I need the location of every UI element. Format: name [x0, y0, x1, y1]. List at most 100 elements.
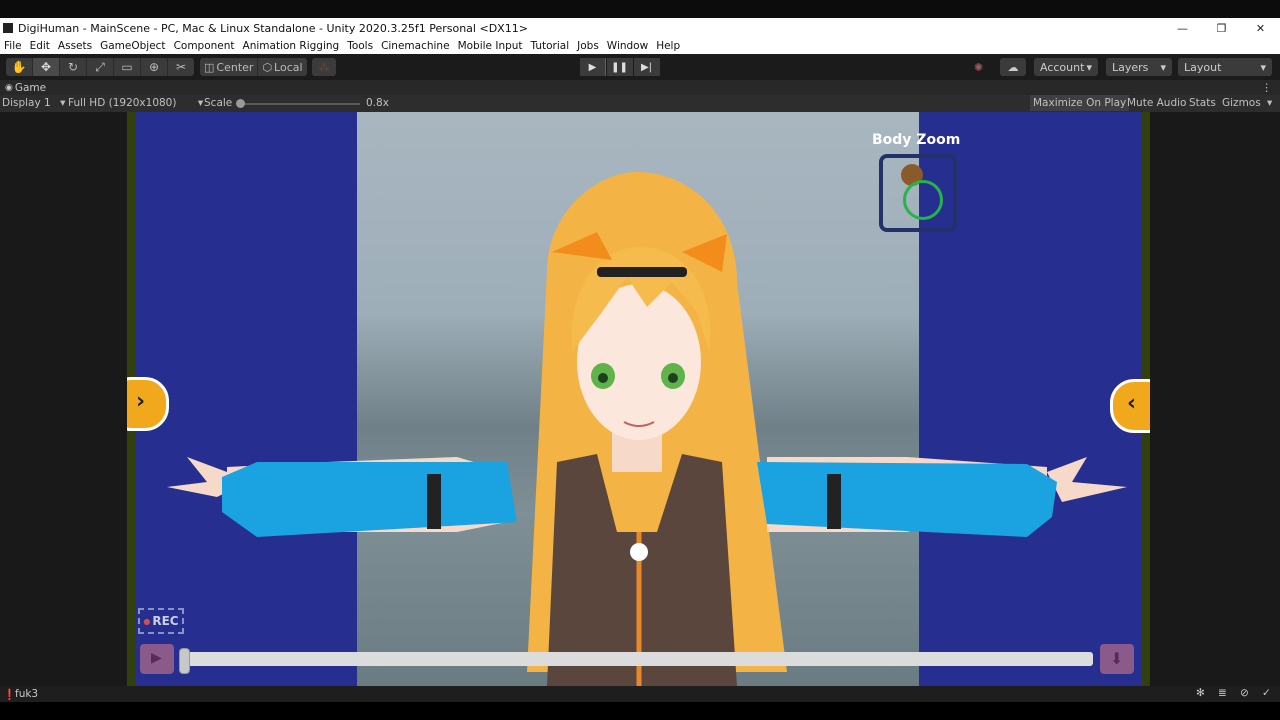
window-title: DigiHuman - MainScene - PC, Mac & Linux …	[18, 21, 528, 35]
menu-tutorial[interactable]: Tutorial	[531, 40, 570, 52]
debug-icon[interactable]: ✻	[1196, 687, 1205, 699]
database-icon[interactable]: ≣	[1218, 687, 1227, 699]
chevron-down-icon: ▾	[1260, 60, 1266, 74]
mute-audio-toggle[interactable]: Mute Audio	[1127, 97, 1186, 109]
transform-tools: ✋ ✥ ↻ ⤢ ▭ ⊕ ✂	[6, 58, 194, 76]
body-zoom-label: Body Zoom	[872, 132, 961, 148]
gizmos-toggle[interactable]: Gizmos	[1222, 97, 1261, 109]
pivot-center-label: Center	[216, 60, 254, 74]
local-icon: ⬡	[262, 60, 273, 74]
timeline-slider-handle[interactable]	[179, 648, 190, 674]
pivot-local-label: Local	[274, 60, 303, 74]
chevron-right-icon: ›	[136, 389, 146, 414]
checkmark-icon[interactable]: ✓	[1262, 687, 1271, 699]
menu-help[interactable]: Help	[656, 40, 680, 52]
display-label: Display 1	[2, 97, 51, 109]
cloud-button[interactable]: ☁	[1000, 58, 1026, 76]
pivot-center-toggle[interactable]: ◫ Center	[200, 58, 259, 76]
grid-snap-icon: ⁂	[318, 60, 330, 74]
body-zoom-button[interactable]	[879, 154, 957, 232]
menu-mobile-input[interactable]: Mobile Input	[458, 40, 523, 52]
chevron-down-icon: ▾	[1086, 60, 1092, 74]
menu-edit[interactable]: Edit	[30, 40, 50, 52]
rotate-icon: ↻	[67, 60, 79, 74]
play-button[interactable]: ▶	[580, 58, 606, 76]
timeline-play-button[interactable]: ▶	[140, 644, 174, 674]
scale-slider-thumb[interactable]	[236, 99, 245, 108]
tools-icon: ✂	[175, 60, 187, 74]
close-button[interactable]: ✕	[1241, 18, 1280, 38]
game-viewport[interactable]: Body Zoom › ‹ ● REC ▶ ⬇	[127, 112, 1150, 686]
download-button[interactable]: ⬇	[1100, 644, 1134, 674]
custom-tool-button[interactable]: ✂	[168, 58, 194, 76]
play-icon: ▶	[151, 650, 162, 666]
scale-tool-button[interactable]: ⤢	[87, 58, 114, 76]
display-dropdown[interactable]: Display 1 ▾	[2, 97, 65, 109]
scale-value: 0.8x	[366, 97, 389, 109]
hand-icon: ✋	[11, 60, 27, 74]
step-button[interactable]: ▶|	[634, 58, 660, 76]
layers-dropdown[interactable]: Layers ▾	[1106, 58, 1172, 76]
rect-icon: ▭	[121, 60, 133, 74]
main-toolbar: ✋ ✥ ↻ ⤢ ▭ ⊕ ✂ ◫ Center ⬡ Local ⁂ ▶ ❚❚ ▶| ✺…	[0, 54, 1280, 80]
snap-toggle[interactable]: ⁂	[312, 58, 336, 76]
move-tool-button[interactable]: ✥	[33, 58, 60, 76]
network-icon[interactable]: ⊘	[1240, 687, 1249, 699]
screen-bottom-border	[0, 702, 1280, 720]
stats-toggle[interactable]: Stats	[1189, 97, 1216, 109]
menu-jobs[interactable]: Jobs	[577, 40, 599, 52]
scale-label: Scale	[204, 97, 233, 109]
window-titlebar: DigiHuman - MainScene - PC, Mac & Linux …	[0, 18, 1280, 38]
menu-tools[interactable]: Tools	[347, 40, 373, 52]
scale-icon: ⤢	[95, 59, 105, 74]
menu-bar: File Edit Assets GameObject Component An…	[0, 38, 1280, 54]
chevron-down-icon: ▾	[60, 97, 66, 109]
play-icon: ▶	[580, 58, 605, 76]
menu-cinemachine[interactable]: Cinemachine	[381, 40, 450, 52]
collab-button[interactable]: ✺	[968, 58, 992, 76]
rotate-tool-button[interactable]: ↻	[60, 58, 87, 76]
account-label: Account	[1040, 60, 1085, 74]
arrow-down-icon: ⬇	[1110, 649, 1124, 668]
game-tab[interactable]: Game	[15, 82, 46, 94]
transform-icon: ⊕	[148, 60, 160, 74]
move-icon: ✥	[40, 60, 52, 74]
menu-animation-rigging[interactable]: Animation Rigging	[243, 40, 340, 52]
transform-tool-button[interactable]: ⊕	[141, 58, 168, 76]
restore-button[interactable]: ❐	[1202, 18, 1241, 38]
chevron-down-icon: ▾	[197, 97, 204, 109]
step-icon: ▶|	[634, 58, 659, 76]
maximize-on-play-toggle[interactable]: Maximize On Play	[1030, 95, 1130, 111]
play-controls: ▶ ❚❚ ▶|	[580, 58, 661, 76]
pause-button[interactable]: ❚❚	[607, 58, 633, 76]
hand-tool-button[interactable]: ✋	[6, 58, 33, 76]
status-message[interactable]: fuk3	[15, 688, 38, 700]
menu-assets[interactable]: Assets	[58, 40, 92, 52]
resolution-dropdown[interactable]: Full HD (1920x1080) ▾	[68, 97, 203, 109]
menu-window[interactable]: Window	[607, 40, 648, 52]
screen-top-border	[0, 0, 1280, 18]
record-dot-icon: ●	[143, 616, 151, 626]
menu-component[interactable]: Component	[174, 40, 235, 52]
menu-gameobject[interactable]: GameObject	[100, 40, 165, 52]
kebab-menu-icon[interactable]: ⋮	[1262, 82, 1273, 94]
record-button[interactable]: ● REC	[138, 608, 184, 634]
unity-logo-icon	[3, 23, 13, 33]
pivot-local-toggle[interactable]: ⬡ Local	[258, 58, 306, 76]
previous-button[interactable]: ›	[127, 377, 169, 431]
chevron-down-icon[interactable]: ▾	[1267, 97, 1272, 109]
layers-label: Layers	[1112, 60, 1149, 74]
game-tab-bar: ◉ Game ⋮	[0, 80, 1280, 95]
scale-slider-track[interactable]	[240, 103, 360, 105]
cloud-icon: ☁	[1007, 60, 1019, 74]
menu-file[interactable]: File	[4, 40, 22, 52]
minimize-button[interactable]: —	[1163, 18, 1202, 38]
next-button[interactable]: ‹	[1110, 379, 1150, 433]
account-dropdown[interactable]: Account ▾	[1034, 58, 1098, 76]
rect-tool-button[interactable]: ▭	[114, 58, 141, 76]
layout-dropdown[interactable]: Layout ▾	[1178, 58, 1272, 76]
focus-ring-icon	[903, 180, 943, 220]
collab-icon: ✺	[974, 60, 984, 74]
pivot-toggles: ◫ Center ⬡ Local	[200, 58, 307, 76]
timeline-slider[interactable]	[181, 652, 1093, 666]
